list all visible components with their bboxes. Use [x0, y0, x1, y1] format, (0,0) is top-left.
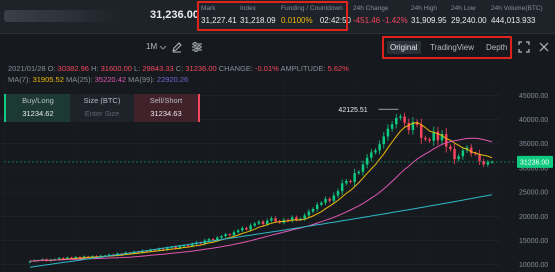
draw-pencil-icon[interactable] [171, 41, 183, 53]
ohlc-readout: 2021/01/28 O: 30382.96 H: 31600.00 L: 29… [8, 64, 349, 73]
last-price: 31,236.00 [150, 9, 199, 21]
low-label: 24h Low [451, 5, 476, 12]
ohlc-close-label: C: [175, 64, 184, 73]
ticker-highlight-box [197, 1, 348, 31]
interval-selector[interactable]: 1M [146, 42, 157, 51]
ohlc-change-label: CHANGE: [218, 64, 253, 73]
ohlc-amplitude: 5.62% [327, 64, 349, 73]
quick-trade-panel: Buy/Long 31234.62 Size (BTC) Enter Size … [4, 94, 200, 122]
ma25-value: 35220.42 [94, 75, 127, 84]
ma99-value: 22920.26 [156, 75, 189, 84]
size-input[interactable]: Enter Size [70, 109, 134, 118]
chart-toolbar: 1M Original TradingView Depth [0, 34, 555, 60]
change-24h: 24h Change -451.46 -1.42% [353, 5, 408, 25]
ohlc-date: 2021/01/28 [8, 64, 46, 73]
interval-dropdown-icon[interactable] [159, 43, 167, 51]
ma25-label: MA(25): [65, 75, 93, 84]
high-label: 24h High [411, 5, 438, 12]
close-icon[interactable] [538, 41, 550, 53]
ma-readout: MA(7): 31905.52 MA(25): 35220.42 MA(99):… [8, 75, 188, 84]
symbol-selector-blurred[interactable] [4, 10, 116, 22]
change-label: 24h Change [353, 5, 389, 12]
ohlc-close: 31236.00 [185, 64, 217, 73]
view-highlight-box [382, 36, 512, 59]
high-24h: 24h High 31,909.95 [411, 5, 447, 25]
volume-value: 444,013.933 [491, 16, 536, 25]
ticker-bar: 31,236.00 Mark 31,227.41 Index 31,218.09… [0, 0, 555, 34]
low-value: 29,240.00 [451, 16, 487, 25]
ohlc-amplitude-label: AMPLITUDE: [280, 64, 326, 73]
buy-long-label: Buy/Long [22, 96, 54, 105]
sell-price: 31234.63 [150, 109, 182, 118]
high-value: 31,909.95 [411, 16, 447, 25]
chart-overlay: 2021/01/28 O: 30382.96 H: 31600.00 L: 29… [0, 60, 555, 272]
sell-short-label: Sell/Short [149, 96, 183, 105]
ma7-label: MA(7): [8, 75, 31, 84]
ohlc-low: 29843.33 [142, 64, 174, 73]
ohlc-high: 31600.00 [100, 64, 132, 73]
ma99-label: MA(99): [128, 75, 155, 84]
ohlc-high-label: H: [91, 64, 99, 73]
ohlc-open-label: O: [47, 64, 56, 73]
size-label: Size (BTC) [83, 96, 121, 105]
sell-short-button[interactable]: Sell/Short 31234.63 [134, 94, 200, 122]
buy-long-button[interactable]: Buy/Long 31234.62 [4, 94, 70, 122]
settings-sliders-icon[interactable] [191, 41, 203, 53]
ohlc-low-label: L: [134, 64, 141, 73]
ohlc-change: -0.01% [255, 64, 279, 73]
volume-label: 24h Volume(BTC) [491, 5, 543, 12]
ma7-value: 31905.52 [32, 75, 64, 84]
low-24h: 24h Low 29,240.00 [451, 5, 487, 25]
buy-price: 31234.62 [22, 109, 54, 118]
size-field[interactable]: Size (BTC) Enter Size [70, 94, 134, 122]
fullscreen-icon[interactable] [518, 41, 530, 53]
volume-24h: 24h Volume(BTC) 444,013.933 [491, 5, 543, 25]
ohlc-open: 30382.96 [57, 64, 89, 73]
change-value: -451.46 -1.42% [353, 16, 408, 25]
